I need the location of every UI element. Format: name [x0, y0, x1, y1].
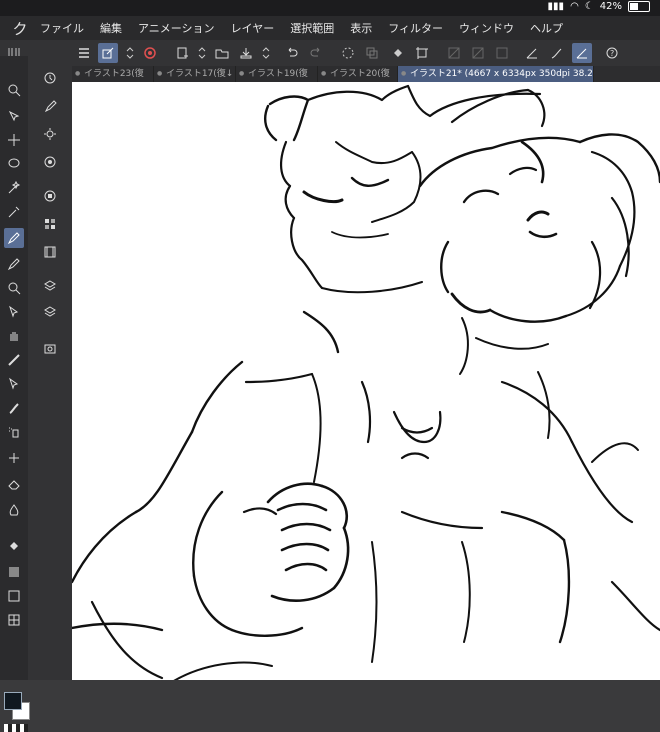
- command-bar: ?: [0, 40, 660, 67]
- signal-icon: ▮▮▮: [547, 1, 565, 12]
- blend-icon[interactable]: [4, 500, 24, 520]
- menu-window[interactable]: ウィンドウ: [459, 20, 514, 36]
- loading-icon[interactable]: [338, 43, 358, 63]
- tab-illust-21[interactable]: イラスト21* (4667 x 6334px 350dpi 38.2%): [398, 66, 594, 82]
- status-indicators: ▮▮▮ ◠ ☾ 42%: [548, 1, 650, 12]
- camera-icon[interactable]: [40, 338, 60, 358]
- animation-icon[interactable]: [40, 242, 60, 262]
- menu-bar: ク ファイル 編集 アニメーション レイヤー 選択範囲 表示 フィルター ウィン…: [0, 16, 660, 40]
- color-set-icon[interactable]: [40, 214, 60, 234]
- moon-icon: ☾: [584, 1, 594, 12]
- airbrush-icon[interactable]: [4, 422, 24, 442]
- decoration-icon[interactable]: [4, 448, 24, 468]
- move-icon[interactable]: [4, 130, 24, 150]
- svg-text:?: ?: [610, 49, 614, 58]
- tab-illust-20[interactable]: イラスト20(復: [318, 66, 398, 82]
- main-color-swatch[interactable]: [4, 692, 22, 710]
- redo-icon[interactable]: [306, 43, 326, 63]
- snap-icon[interactable]: [492, 43, 512, 63]
- magic-wand-icon[interactable]: [4, 178, 24, 198]
- save-icon[interactable]: [236, 43, 256, 63]
- layer-prop-icon[interactable]: [40, 276, 60, 296]
- rotate-icon[interactable]: [40, 68, 60, 88]
- gradient-icon[interactable]: [4, 562, 24, 582]
- menu-edit[interactable]: 編集: [100, 20, 122, 36]
- app-logo-icon[interactable]: ク: [0, 16, 40, 40]
- sub-tool-icon[interactable]: [4, 106, 24, 126]
- menu-filter[interactable]: フィルター: [388, 20, 443, 36]
- tone-icon[interactable]: [40, 152, 60, 172]
- fill-icon[interactable]: [4, 536, 24, 556]
- chevron-updown-icon[interactable]: [192, 43, 212, 63]
- ruler-icon[interactable]: [4, 350, 24, 370]
- zoom-icon[interactable]: [4, 278, 24, 298]
- sketch-artwork: [72, 84, 660, 680]
- search-icon[interactable]: [4, 80, 24, 100]
- menu-help[interactable]: ヘルプ: [530, 20, 563, 36]
- help-icon[interactable]: ?: [602, 43, 622, 63]
- frame-icon[interactable]: [4, 610, 24, 630]
- transparent-color-swatch[interactable]: [4, 724, 28, 732]
- pen-settings-icon[interactable]: [522, 43, 542, 63]
- navigator-icon[interactable]: [40, 186, 60, 206]
- clip-studio-icon[interactable]: [140, 43, 160, 63]
- eraser-icon[interactable]: [4, 474, 24, 494]
- pencil-icon[interactable]: [4, 254, 24, 274]
- edit-icon[interactable]: [98, 43, 118, 63]
- brush-settings-icon[interactable]: [546, 43, 566, 63]
- menu-icon[interactable]: [74, 43, 94, 63]
- drawing-canvas[interactable]: [72, 82, 660, 680]
- chevron-updown-icon[interactable]: [256, 43, 276, 63]
- operation-icon[interactable]: [4, 302, 24, 322]
- status-bar: ▮▮▮ ◠ ☾ 42%: [0, 0, 660, 16]
- select-arrow-icon[interactable]: [4, 374, 24, 394]
- hand-icon[interactable]: [4, 326, 24, 346]
- menu-animation[interactable]: アニメーション: [138, 20, 215, 36]
- tab-illust-23[interactable]: イラスト23(復: [72, 66, 154, 82]
- brush-icon[interactable]: [4, 398, 24, 418]
- chevron-updown-icon[interactable]: [120, 43, 140, 63]
- edit-layer-icon[interactable]: [40, 96, 60, 116]
- wifi-icon: ◠: [570, 1, 579, 12]
- ruler-hide-icon[interactable]: [444, 43, 464, 63]
- fill-bucket-icon[interactable]: [388, 43, 408, 63]
- tab-illust-19[interactable]: イラスト19(復: [236, 66, 318, 82]
- settings-icon[interactable]: [40, 124, 60, 144]
- open-folder-icon[interactable]: [212, 43, 232, 63]
- battery-percent: 42%: [599, 1, 622, 12]
- eyedropper-icon[interactable]: [4, 202, 24, 222]
- menu-selection[interactable]: 選択範囲: [290, 20, 334, 36]
- transform-icon[interactable]: [412, 43, 432, 63]
- battery-icon: [628, 1, 650, 12]
- lasso-icon[interactable]: [4, 154, 24, 174]
- grid-icon[interactable]: [468, 43, 488, 63]
- menu-file[interactable]: ファイル: [40, 20, 84, 36]
- tab-illust-17[interactable]: イラスト17(復↓: [154, 66, 236, 82]
- menu-layer[interactable]: レイヤー: [231, 20, 275, 36]
- menu-view[interactable]: 表示: [350, 20, 372, 36]
- new-file-icon[interactable]: [172, 43, 192, 63]
- figure-icon[interactable]: [4, 586, 24, 606]
- tool-palette: [0, 56, 30, 732]
- layers-icon[interactable]: [40, 302, 60, 322]
- pen-icon[interactable]: [4, 228, 24, 248]
- layer-copy-icon[interactable]: [362, 43, 382, 63]
- palette-bar: [28, 66, 72, 680]
- canvas-tabs: イラスト23(復 イラスト17(復↓ イラスト19(復 イラスト20(復 イラス…: [72, 66, 660, 82]
- undo-icon[interactable]: [282, 43, 302, 63]
- stabilizer-icon[interactable]: [572, 43, 592, 63]
